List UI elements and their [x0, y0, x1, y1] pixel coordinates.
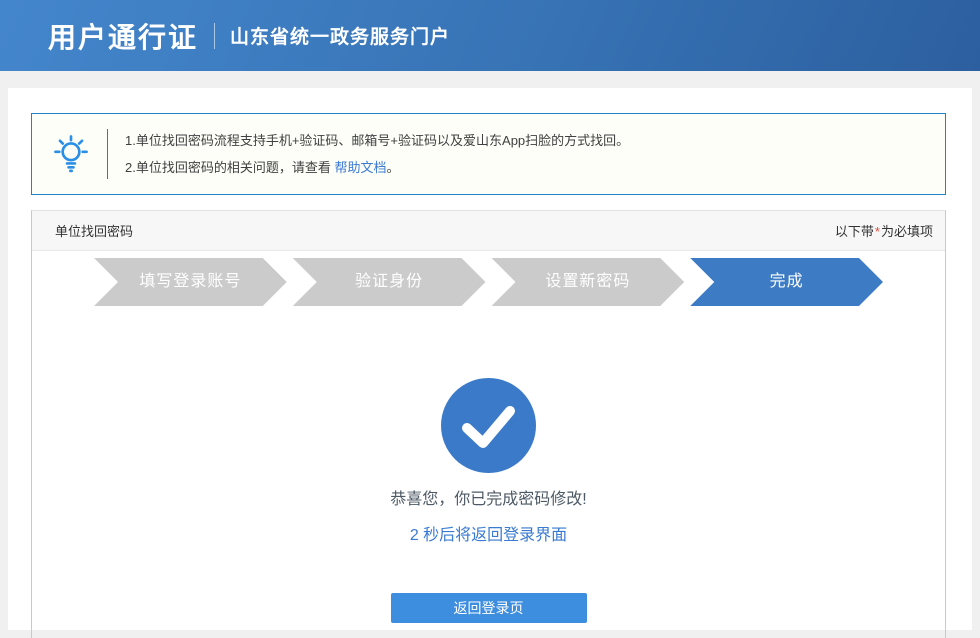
step-label: 填写登录账号	[139, 273, 241, 290]
notice-line-2-prefix: 2.单位找回密码的相关问题，请查看	[125, 160, 334, 175]
step-label: 完成	[770, 273, 804, 290]
panel-title: 单位找回密码	[55, 221, 133, 240]
required-note-suffix: 为必填项	[881, 224, 933, 239]
help-doc-link[interactable]: 帮助文档	[334, 160, 386, 175]
panel-header: 单位找回密码 以下带*为必填项	[32, 211, 945, 251]
notice-box-divider	[107, 129, 108, 179]
step-label: 验证身份	[355, 273, 423, 290]
header-subtitle: 山东省统一政务服务门户	[230, 22, 450, 49]
page: 用户通行证 山东省统一政务服务门户 1.单位找回密	[0, 0, 980, 630]
main-container: 1.单位找回密码流程支持手机+验证码、邮箱号+验证码以及爱山东App扫脸的方式找…	[8, 88, 972, 630]
password-recovery-panel: 单位找回密码 以下带*为必填项 填写登录账号 验证身份 设置新密码 完成 恭喜您…	[31, 210, 946, 638]
step-complete: 完成	[690, 258, 883, 306]
notice-line-1: 1.单位找回密码流程支持手机+验证码、邮箱号+验证码以及爱山东App扫脸的方式找…	[125, 134, 629, 148]
step-verify-identity: 验证身份	[293, 258, 486, 306]
required-note-prefix: 以下带	[835, 224, 874, 239]
app-header: 用户通行证 山东省统一政务服务门户	[0, 0, 980, 71]
success-check-icon	[441, 378, 536, 473]
lightbulb-icon	[49, 132, 93, 176]
required-note: 以下带*为必填项	[835, 221, 933, 240]
notice-text: 1.单位找回密码流程支持手机+验证码、邮箱号+验证码以及爱山东App扫脸的方式找…	[125, 134, 629, 175]
result-area: 恭喜您，你已完成密码修改! 2 秒后将返回登录界面 返回登录页	[32, 378, 945, 623]
step-set-new-password: 设置新密码	[492, 258, 685, 306]
required-star: *	[874, 224, 881, 239]
countdown-message: 2 秒后将返回登录界面	[32, 525, 945, 547]
success-message: 恭喜您，你已完成密码修改!	[32, 489, 945, 511]
notice-line-2-suffix: 。	[386, 160, 399, 175]
notice-box: 1.单位找回密码流程支持手机+验证码、邮箱号+验证码以及爱山东App扫脸的方式找…	[31, 113, 946, 195]
step-fill-account: 填写登录账号	[94, 258, 287, 306]
header-divider	[214, 23, 215, 49]
header-title: 用户通行证	[48, 16, 198, 56]
back-to-login-button[interactable]: 返回登录页	[391, 593, 587, 623]
notice-line-2: 2.单位找回密码的相关问题，请查看 帮助文档。	[125, 161, 629, 175]
step-label: 设置新密码	[545, 273, 630, 290]
steps-progress-bar: 填写登录账号 验证身份 设置新密码 完成	[94, 258, 883, 306]
